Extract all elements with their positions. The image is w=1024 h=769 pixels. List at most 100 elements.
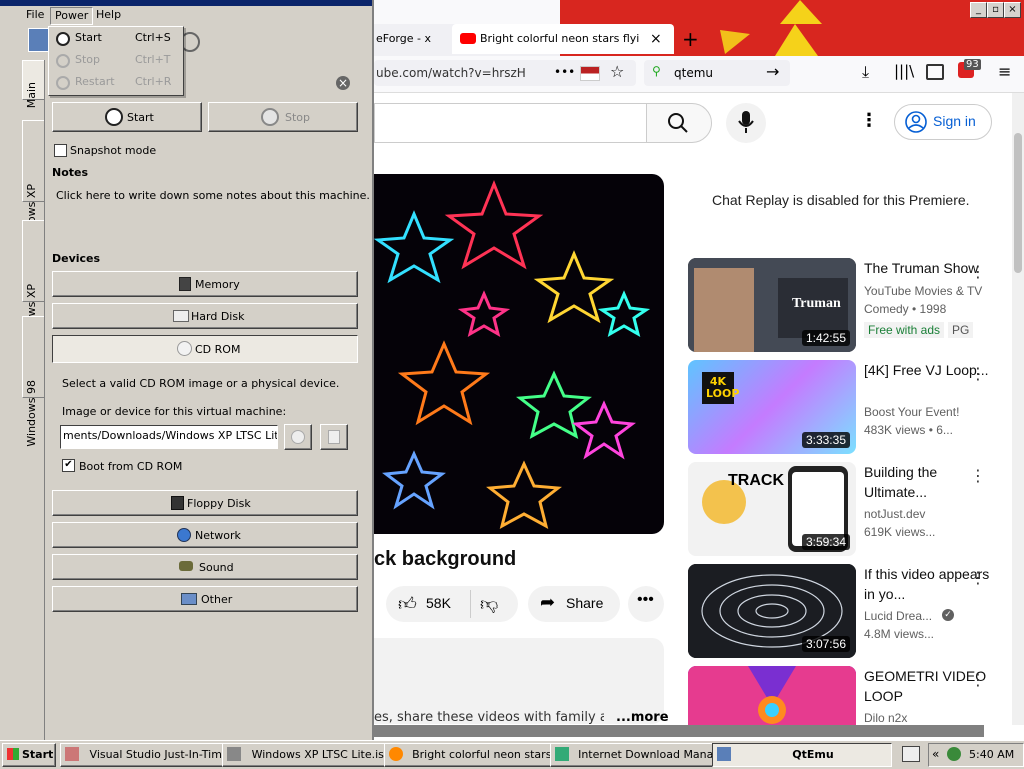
video-player[interactable] xyxy=(374,174,664,534)
network-button[interactable]: Network xyxy=(52,522,358,548)
youtube-search-button[interactable] xyxy=(646,103,712,143)
side-tab-windows-xp-2[interactable]: Windows XP xyxy=(22,220,46,351)
tray-expand-icon[interactable]: « xyxy=(932,747,939,761)
rec-menu-icon[interactable]: ⋮ xyxy=(970,364,986,383)
menu-file[interactable]: File xyxy=(22,7,48,23)
power-menu-start[interactable]: Start Ctrl+S xyxy=(53,28,179,48)
tab-label: Bright colorful neon stars flying in xyxy=(480,32,640,45)
download-icon[interactable]: ⤓ xyxy=(862,62,869,82)
taskbar-item-firefox[interactable]: Bright colorful neon stars... xyxy=(384,743,568,767)
floppy-label: Floppy Disk xyxy=(187,497,251,510)
description-text: es, share these videos with family an xyxy=(374,710,604,725)
thumbs-up-icon[interactable]: 👍︎ xyxy=(398,593,417,615)
network-tray-icon[interactable] xyxy=(947,747,961,761)
go-arrow-icon[interactable]: → xyxy=(766,62,779,81)
minimize-button[interactable]: _ xyxy=(970,2,987,18)
floppy-disk-button[interactable]: Floppy Disk xyxy=(52,490,358,516)
qtemu-icon xyxy=(717,747,731,761)
settings-kebab-icon[interactable]: ⋮ xyxy=(860,110,878,131)
search-input[interactable]: qtemu xyxy=(674,66,713,80)
us-flag-icon[interactable] xyxy=(580,66,600,81)
sign-in-button[interactable]: Sign in xyxy=(894,104,992,140)
start-button[interactable]: Start xyxy=(52,102,202,132)
search-bar[interactable]: ⚲ qtemu → xyxy=(644,60,790,86)
start-label: Start xyxy=(127,111,154,124)
new-tab-button[interactable]: + xyxy=(682,24,702,54)
bookmark-star-icon[interactable]: ☆ xyxy=(610,62,624,81)
other-button[interactable]: Other xyxy=(52,586,358,612)
show-more-link[interactable]: ...more xyxy=(616,710,669,725)
thumbnail-truman-show[interactable]: Truman 1:42:55 xyxy=(688,258,856,352)
hard-disk-button[interactable]: Hard Disk xyxy=(52,303,358,329)
page-actions-icon[interactable]: ••• xyxy=(554,65,575,79)
duration-badge: 3:33:35 xyxy=(801,432,850,448)
sound-button[interactable]: Sound xyxy=(52,554,358,580)
voice-search-button[interactable] xyxy=(726,103,766,143)
horizontal-scrollbar[interactable] xyxy=(372,725,984,737)
divider xyxy=(470,590,471,618)
taskbar-item-windows-xp-iso[interactable]: Windows XP LTSC Lite.is... xyxy=(222,743,402,767)
close-tab-button[interactable]: × xyxy=(336,76,350,90)
like-count[interactable]: 58K xyxy=(426,595,451,611)
notes-text[interactable]: Click here to write down some notes abou… xyxy=(56,189,370,202)
tab-bright-colorful-neon-stars[interactable]: Bright colorful neon stars flying in × xyxy=(452,24,674,54)
thumbs-down-icon[interactable]: 👎︎ xyxy=(480,593,498,615)
thumbnail-4k-vj-loop[interactable]: 4K LOOP 3:33:35 xyxy=(688,360,856,454)
rec-menu-icon[interactable]: ⋮ xyxy=(970,670,986,689)
keyboard-icon[interactable] xyxy=(902,746,920,762)
url-bar[interactable]: ube.com/watch?v=hrszH ••• ☆ xyxy=(374,60,636,86)
microphone-icon xyxy=(738,111,754,133)
menu-icon[interactable]: ≡ xyxy=(998,62,1011,81)
thumbnail-spiral[interactable]: 3:07:56 xyxy=(688,564,856,658)
scrollbar-thumb[interactable] xyxy=(1014,133,1022,273)
thumbnail-building-ultimate[interactable]: TRACK 3:59:34 xyxy=(688,462,856,556)
firefox-icon xyxy=(389,747,403,761)
library-icon[interactable]: |||\ xyxy=(894,62,914,80)
close-button[interactable]: × xyxy=(1004,2,1021,18)
boot-from-cd-checkbox[interactable]: ✔ xyxy=(62,459,75,472)
cd-rom-label: CD ROM xyxy=(195,343,241,356)
image-path-input[interactable]: ments/Downloads/Windows XP LTSC Lite.iso xyxy=(60,425,278,449)
rec-meta: 4.8M views... xyxy=(864,627,935,641)
menu-item-label: Start xyxy=(75,31,102,44)
side-tab-windows-xp-1[interactable]: Windows XP xyxy=(22,120,46,251)
start-menu-button[interactable]: Start xyxy=(2,743,56,767)
power-menu-restart[interactable]: Restart Ctrl+R xyxy=(53,72,179,92)
start-label: Start xyxy=(22,748,54,761)
snapshot-mode-checkbox[interactable] xyxy=(54,144,67,157)
more-actions-button[interactable]: ••• xyxy=(628,586,664,622)
chat-replay-message: Chat Replay is disabled for this Premier… xyxy=(712,192,970,208)
rec-menu-icon[interactable]: ⋮ xyxy=(970,568,986,587)
side-tab-main[interactable]: Main xyxy=(22,60,46,108)
taskbar-item-idm[interactable]: Internet Download Mana... xyxy=(550,743,730,767)
rec-menu-icon[interactable]: ⋮ xyxy=(970,262,986,281)
stop-button[interactable]: Stop xyxy=(208,102,358,132)
browse-image-button[interactable] xyxy=(284,424,312,450)
search-icon xyxy=(668,113,688,133)
description-box[interactable]: es, share these videos with family an ..… xyxy=(374,638,669,725)
close-tab-icon[interactable]: × xyxy=(650,24,662,54)
taskbar-item-qtemu[interactable]: QtEmu xyxy=(712,743,892,767)
page-scrollbar[interactable] xyxy=(1012,93,1024,725)
youtube-search-input[interactable] xyxy=(374,103,647,143)
cd-rom-button[interactable]: CD ROM xyxy=(52,335,358,363)
taskbar-item-visual-studio[interactable]: Visual Studio Just-In-Tim... xyxy=(60,743,240,767)
windows-logo-icon xyxy=(7,748,19,760)
sidebar-icon[interactable] xyxy=(926,64,944,80)
side-tab-windows-98[interactable]: Windows 98 xyxy=(22,316,46,447)
menu-help[interactable]: Help xyxy=(92,7,125,23)
rec-menu-icon[interactable]: ⋮ xyxy=(970,466,986,485)
tab-eforge[interactable]: eForge - x xyxy=(374,24,448,54)
video-title: ck background xyxy=(374,548,517,570)
side-tab-label: Windows 98 xyxy=(25,380,38,447)
physical-device-button[interactable] xyxy=(320,424,348,450)
clock[interactable]: 5:40 AM xyxy=(969,748,1014,761)
snapshot-mode-label: Snapshot mode xyxy=(70,144,157,157)
share-button[interactable]: ➦ Share xyxy=(528,586,620,622)
menu-power[interactable]: Power xyxy=(50,7,94,25)
power-menu-stop[interactable]: Stop Ctrl+T xyxy=(53,50,179,70)
maximize-button[interactable]: ▫ xyxy=(987,2,1004,18)
memory-button[interactable]: Memory xyxy=(52,271,358,297)
thumbnail-geometri[interactable] xyxy=(688,666,856,726)
boot-from-cd-label: Boot from CD ROM xyxy=(79,460,183,473)
